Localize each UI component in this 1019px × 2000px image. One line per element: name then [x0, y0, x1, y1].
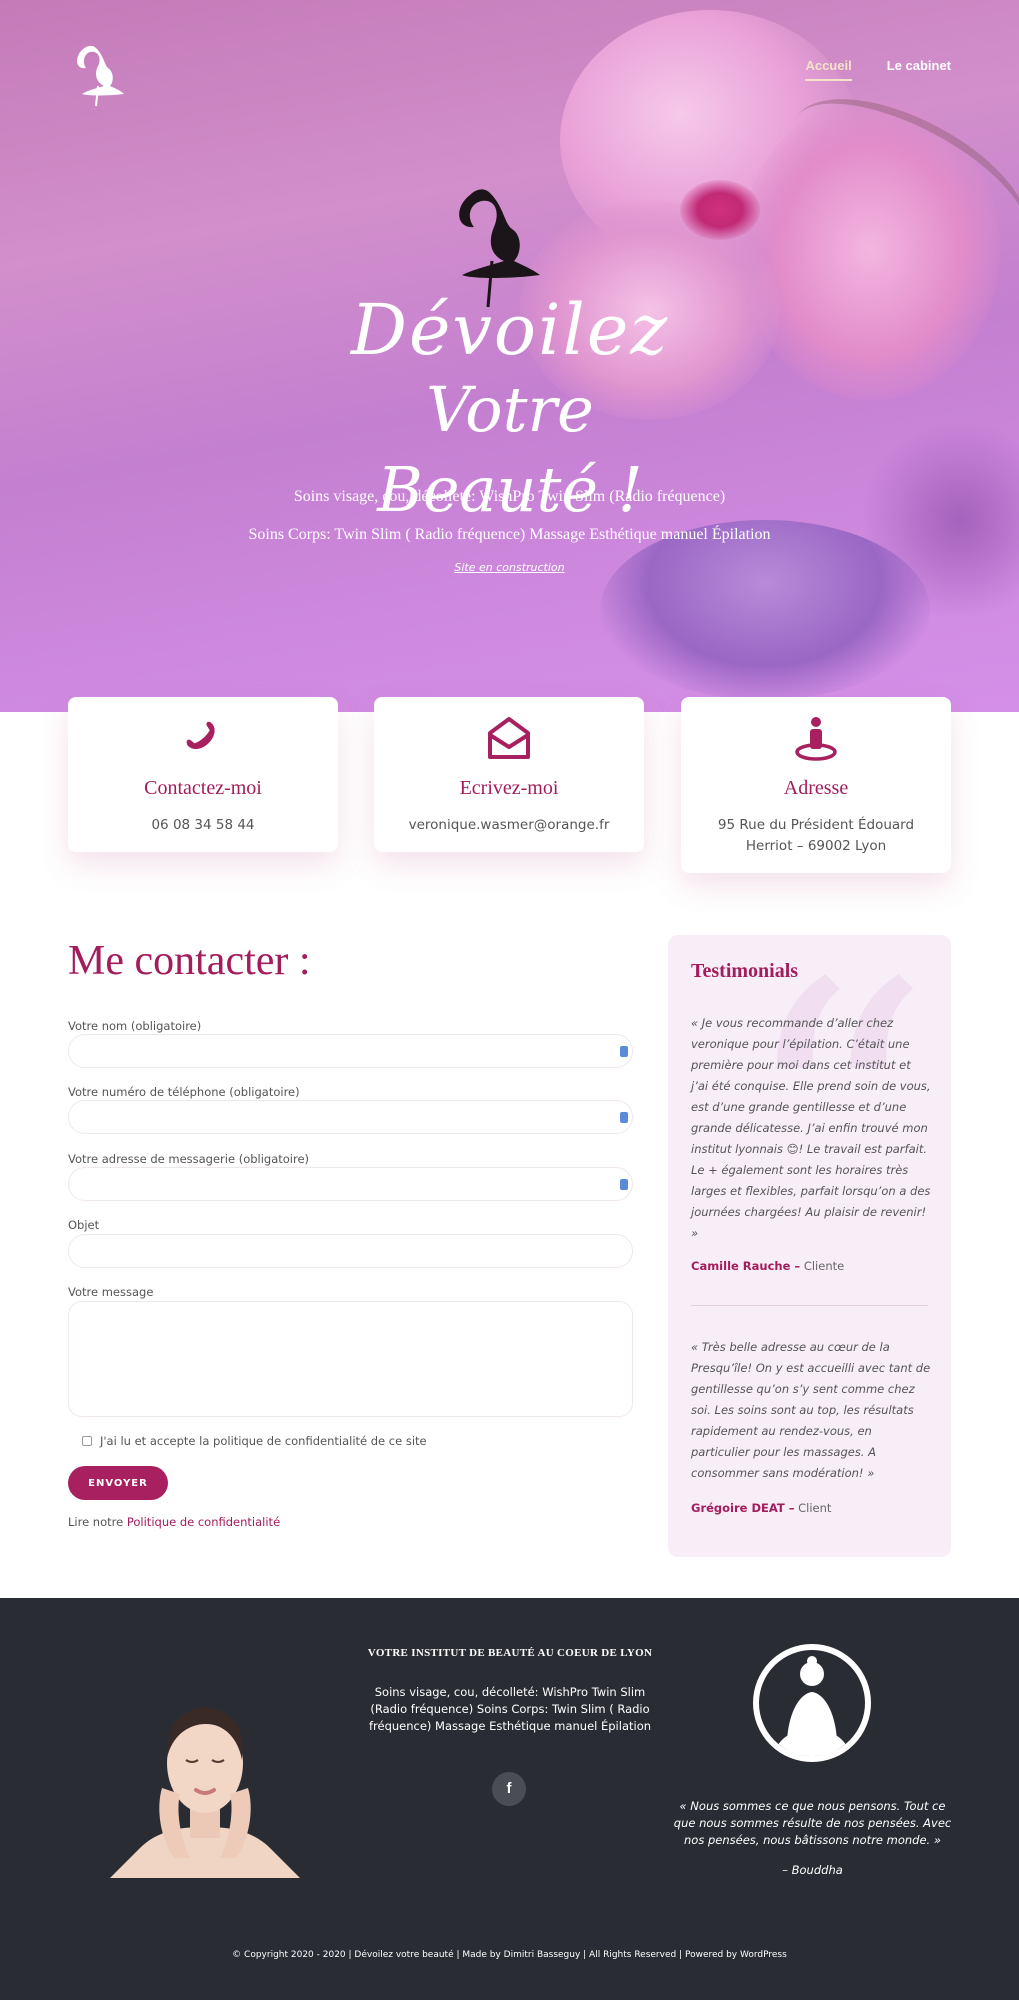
- phone-input[interactable]: [68, 1100, 633, 1134]
- privacy-policy-link[interactable]: Politique de confidentialité: [127, 1515, 280, 1529]
- send-button[interactable]: ENVOYER: [68, 1466, 168, 1500]
- author-name: Grégoire DEAT –: [691, 1501, 795, 1515]
- hero-script-line1: Dévoilez: [350, 289, 670, 371]
- contact-card-address: Adresse 95 Rue du Président Édouard Herr…: [681, 697, 951, 873]
- testimonial-text: « Très belle adresse au cœur de la Presq…: [691, 1340, 931, 1480]
- card-value[interactable]: veronique.wasmer@orange.fr: [394, 815, 624, 836]
- testimonial-author: Camille Rauche – Cliente: [691, 1259, 844, 1273]
- location-person-icon: [795, 717, 837, 761]
- consent-label: J'ai lu et accepte la politique de confi…: [100, 1434, 427, 1448]
- testimonials-title: Testimonials: [691, 960, 799, 982]
- footer-services: Soins visage, cou, décolleté: WishPro Tw…: [368, 1685, 652, 1733]
- site-footer: VOTRE INSTITUT DE BEAUTÉ AU COEUR DE LYO…: [0, 1598, 1019, 2000]
- email-input[interactable]: [68, 1167, 633, 1201]
- copyright: © Copyright 2020 - 2020 | Dévoilez votre…: [232, 1950, 787, 1960]
- autofill-icon[interactable]: [620, 1046, 628, 1057]
- contact-card-email: Ecrivez-moi veronique.wasmer@orange.fr: [374, 697, 644, 852]
- buddha-quote-author: – Bouddha: [782, 1863, 843, 1877]
- consent-checkbox[interactable]: [82, 1436, 92, 1446]
- envelope-icon: [488, 717, 530, 759]
- testimonial-divider: [691, 1305, 928, 1306]
- woman-portrait-image: [110, 1707, 300, 1878]
- author-role: Client: [794, 1501, 832, 1515]
- hero-script-title: Dévoilez Votre Beauté !: [330, 289, 690, 526]
- orchid-center-image: [680, 180, 760, 240]
- phone-label: Votre numéro de téléphone (obligatoire): [68, 1085, 300, 1099]
- author-name: Camille Rauche –: [691, 1259, 801, 1273]
- consent-row: J'ai lu et accepte la politique de confi…: [82, 1434, 427, 1448]
- card-title: Contactez-moi: [144, 777, 262, 799]
- name-label: Votre nom (obligatoire): [68, 1019, 202, 1033]
- hero-banner: Accueil Le cabinet Dévoilez Votre Beauté…: [0, 0, 1019, 712]
- card-title: Ecrivez-moi: [459, 777, 559, 799]
- site-logo[interactable]: [68, 42, 130, 108]
- contact-card-phone: Contactez-moi 06 08 34 58 44: [68, 697, 338, 852]
- form-title: Me contacter :: [68, 938, 311, 984]
- testimonials-panel: “ Testimonials « Je vous recommande d’al…: [668, 935, 951, 1557]
- card-value[interactable]: 06 08 34 58 44: [88, 815, 318, 836]
- main-nav: Accueil Le cabinet: [805, 58, 951, 81]
- card-title: Adresse: [783, 777, 849, 799]
- stone-image: [600, 520, 930, 700]
- card-value: 95 Rue du Président Édouard Herriot – 69…: [717, 817, 915, 854]
- buddha-image: [753, 1644, 871, 1762]
- subject-input[interactable]: [68, 1234, 633, 1268]
- hero-subtitle-face: Soins visage, cou, décolleté: WishPro Tw…: [293, 488, 726, 505]
- nav-item-accueil[interactable]: Accueil: [805, 58, 852, 81]
- privacy-note: Lire notre Politique de confidentialité: [68, 1515, 280, 1529]
- message-textarea[interactable]: [68, 1301, 633, 1417]
- testimonial-text: « Je vous recommande d’aller chez veroni…: [691, 1016, 931, 1240]
- construction-link[interactable]: Site en construction: [0, 561, 1019, 574]
- email-label: Votre adresse de messagerie (obligatoire…: [68, 1152, 310, 1166]
- autofill-icon[interactable]: [620, 1112, 628, 1123]
- nav-item-le-cabinet[interactable]: Le cabinet: [887, 58, 951, 81]
- buddha-quote: « Nous sommes ce que nous pensons. Tout …: [673, 1799, 952, 1847]
- phone-icon: [186, 721, 215, 749]
- name-input[interactable]: [68, 1034, 633, 1068]
- hero-script-line2: Votre Beauté !: [377, 373, 643, 526]
- privacy-prefix: Lire notre: [68, 1515, 127, 1529]
- hero-subtitle-body: Soins Corps: Twin Slim ( Radio fréquence…: [248, 526, 771, 543]
- facebook-icon[interactable]: f: [492, 1772, 526, 1806]
- buddha-silhouette-icon: [773, 1656, 851, 1756]
- autofill-icon[interactable]: [620, 1179, 628, 1190]
- footer-title: VOTRE INSTITUT DE BEAUTÉ AU COEUR DE LYO…: [367, 1647, 653, 1659]
- message-label: Votre message: [68, 1285, 154, 1299]
- testimonial-author: Grégoire DEAT – Client: [691, 1501, 831, 1515]
- subject-label: Objet: [68, 1218, 100, 1232]
- author-role: Cliente: [800, 1259, 845, 1273]
